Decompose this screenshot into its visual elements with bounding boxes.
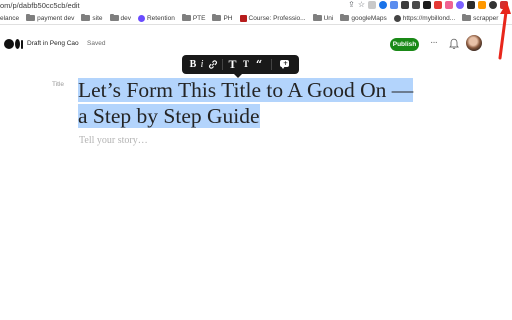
large-title-button[interactable]: T <box>226 58 239 71</box>
notifications-bell-icon[interactable] <box>449 38 459 50</box>
bookmark-label: googleMaps <box>351 14 387 22</box>
toolbar-divider <box>222 59 223 70</box>
bookmark-label: PH <box>223 14 233 22</box>
selected-title-text: a Step by Step Guide <box>78 104 260 128</box>
extension-icon[interactable] <box>456 1 464 9</box>
folder-icon <box>26 13 36 21</box>
share-icon[interactable]: ⇪ <box>348 1 355 9</box>
browser-extension-icons: ⇪ ☆ <box>348 1 508 9</box>
bookmark-googlemaps[interactable]: googleMaps <box>340 13 387 22</box>
extension-icon[interactable] <box>445 1 453 9</box>
small-title-button[interactable]: T <box>240 58 252 71</box>
story-title-line-1[interactable]: Let’s Form This Title to A Good On — <box>78 78 414 102</box>
bold-button[interactable]: B <box>188 58 198 71</box>
browser-address-bar: om/p/dabfb50cc5cb/edit ⇪ ☆ <box>0 0 512 12</box>
toolbar-divider <box>271 59 272 70</box>
comment-plus-label: + <box>283 60 289 67</box>
folder-icon <box>109 13 119 21</box>
title-section-label: Title <box>52 81 65 88</box>
star-icon[interactable]: ☆ <box>358 1 365 9</box>
medium-logo-icon[interactable] <box>4 39 23 49</box>
extension-icon[interactable] <box>401 1 409 9</box>
saved-status: Saved <box>87 40 106 47</box>
folder-icon <box>181 13 191 21</box>
dot-icon <box>137 14 145 22</box>
bookmark-label: https://mybillond... <box>402 14 456 22</box>
publish-button[interactable]: Publish <box>390 38 419 51</box>
bookmark-label: elance <box>0 14 20 22</box>
folder-icon <box>81 13 91 21</box>
story-body-placeholder[interactable]: Tell your story… <box>79 135 148 146</box>
link-icon[interactable] <box>207 58 219 71</box>
bookmark-payment-dev[interactable]: payment dev <box>26 13 75 22</box>
bookmark-label: Uni <box>323 14 334 22</box>
folder-icon <box>462 13 472 21</box>
bookmark-label: Retention <box>146 14 175 22</box>
format-toolbar: B i T T “ + <box>182 55 299 78</box>
selected-title-text: Let’s Form This Title to A Good On — <box>78 78 414 102</box>
quote-button[interactable]: “ <box>253 58 265 71</box>
globe-icon <box>393 14 401 22</box>
user-avatar[interactable] <box>466 35 482 51</box>
url-field[interactable]: om/p/dabfb50cc5cb/edit <box>0 1 80 10</box>
extension-icon[interactable] <box>412 1 420 9</box>
folder-icon <box>312 13 322 21</box>
folder-icon <box>340 13 350 21</box>
bookmark-uni[interactable]: Uni <box>312 13 334 22</box>
bookmark-elance[interactable]: elance <box>0 15 19 22</box>
bookmark-label: site <box>92 14 103 22</box>
bookmark-label: PTE <box>192 14 206 22</box>
bookmark-pte[interactable]: PTE <box>181 13 206 22</box>
extension-icon[interactable] <box>434 1 442 9</box>
extension-icon[interactable] <box>379 1 387 9</box>
extension-icon[interactable] <box>390 1 398 9</box>
extension-icon[interactable] <box>368 1 376 9</box>
private-note-button[interactable]: + <box>278 58 290 71</box>
bookmark-label: dev <box>120 14 131 22</box>
bookmark-mybillond[interactable]: https://mybillond... <box>393 14 456 22</box>
draft-label: Draft in Peng Cao <box>27 40 79 47</box>
course-icon <box>239 14 247 22</box>
extension-icon[interactable] <box>478 1 486 9</box>
bookmark-course[interactable]: Course: Professio... <box>239 14 306 22</box>
bookmark-label: Course: Professio... <box>248 14 306 22</box>
bookmarks-bar: elance payment dev site dev Retention PT… <box>0 12 512 25</box>
bookmark-label: payment dev <box>37 14 75 22</box>
annotation-arrow-icon <box>498 2 511 60</box>
bookmark-ph[interactable]: PH <box>212 13 233 22</box>
story-title-line-2[interactable]: a Step by Step Guide <box>78 104 260 128</box>
bookmark-retention[interactable]: Retention <box>137 14 175 22</box>
bookmark-site[interactable]: site <box>81 13 103 22</box>
bookmark-dev[interactable]: dev <box>109 13 131 22</box>
extension-icon[interactable] <box>423 1 431 9</box>
italic-button[interactable]: i <box>198 58 206 71</box>
more-options-icon[interactable]: ··· <box>430 37 438 48</box>
extension-icon[interactable] <box>467 1 475 9</box>
folder-icon <box>212 13 222 21</box>
